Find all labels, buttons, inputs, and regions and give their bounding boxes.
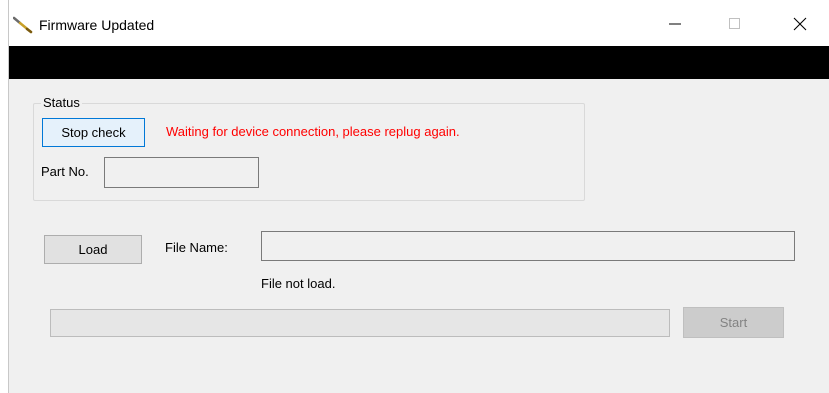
firmware-progress-bar [50, 309, 670, 337]
status-group-label: Status [41, 95, 82, 110]
minimize-icon [669, 23, 681, 25]
file-name-label: File Name: [165, 240, 228, 255]
maximize-button[interactable] [721, 12, 749, 36]
stop-check-button[interactable]: Stop check [42, 118, 145, 147]
maximize-icon [729, 18, 740, 29]
header-band [9, 46, 829, 79]
load-button[interactable]: Load [44, 235, 142, 264]
firmware-update-window: Firmware Updated Status Stop check Waiti… [8, 0, 829, 393]
close-icon [793, 17, 807, 31]
window-title: Firmware Updated [39, 17, 155, 33]
screwdriver-icon [12, 16, 33, 34]
status-message: Waiting for device connection, please re… [166, 124, 460, 139]
close-button[interactable] [786, 12, 814, 36]
part-no-label: Part No. [41, 164, 89, 179]
start-button[interactable]: Start [683, 307, 784, 338]
file-status-text: File not load. [261, 276, 336, 291]
part-no-field[interactable] [104, 157, 259, 188]
file-name-field[interactable] [261, 231, 795, 261]
title-bar[interactable]: Firmware Updated [9, 0, 829, 46]
minimize-button[interactable] [661, 12, 689, 36]
